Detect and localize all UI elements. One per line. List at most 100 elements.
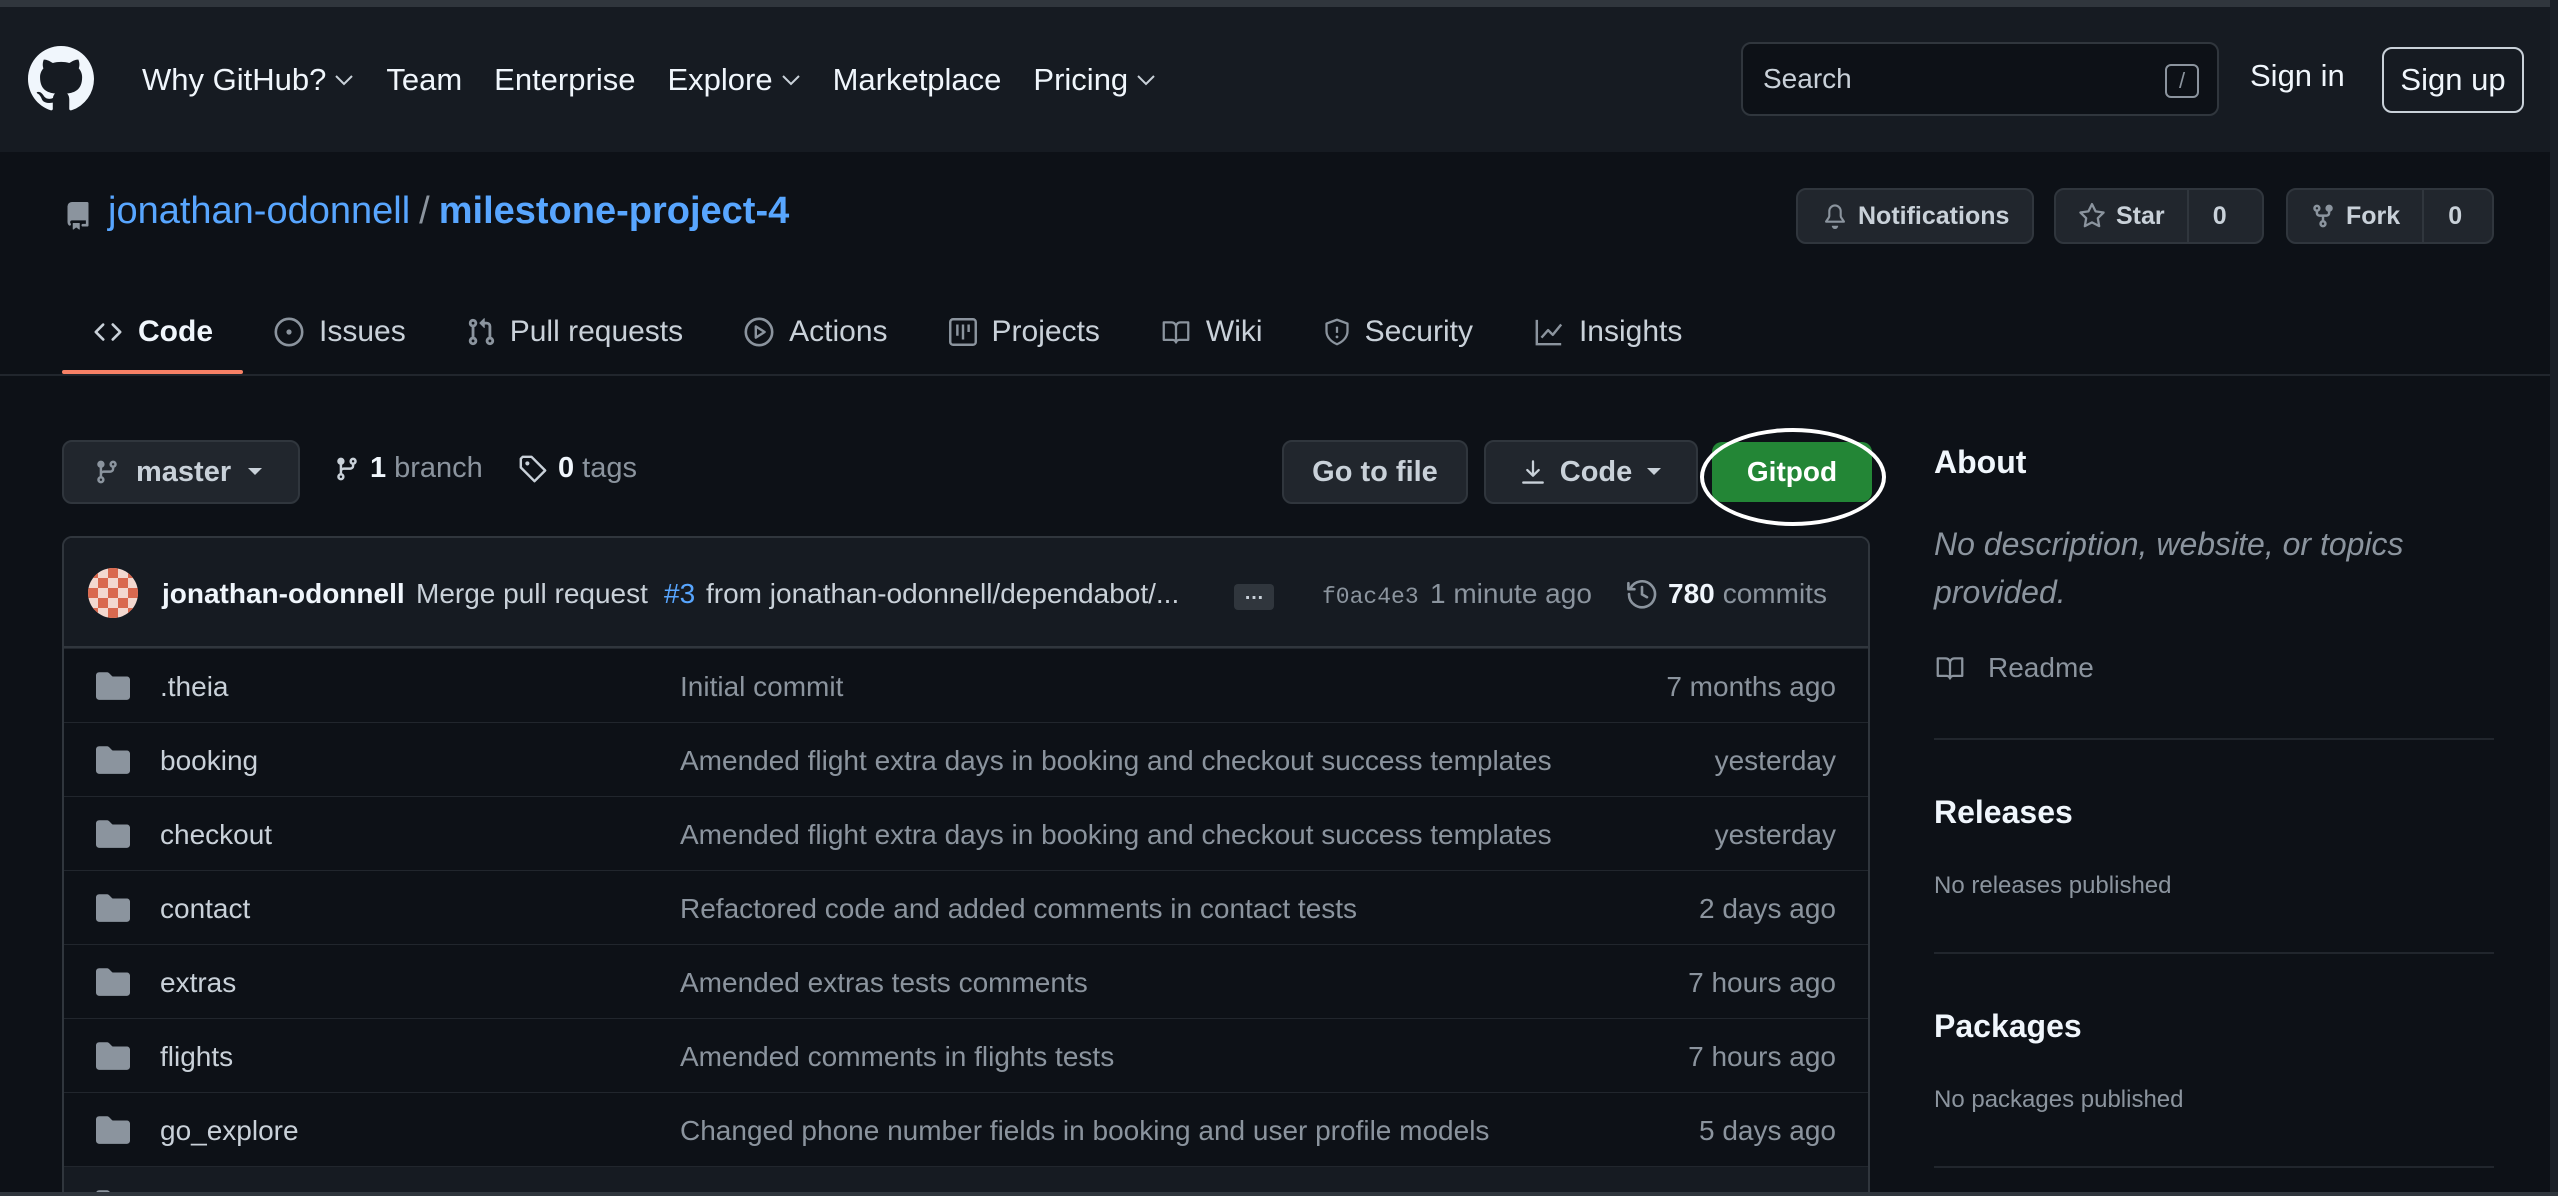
nav-explore-label: Explore [667,62,773,97]
tab-insights[interactable]: Insights [1503,290,1712,374]
about-description: No description, website, or topics provi… [1934,526,2404,610]
file-commit-message-link[interactable]: Changed phone number fields in booking a… [680,1115,1489,1147]
file-commit-message-link[interactable]: Refactored code and added comments in co… [680,893,1357,925]
tab-pull-requests[interactable]: Pull requests [436,290,713,374]
branches-count: 1 [370,452,387,484]
branch-name: master [136,455,232,488]
go-to-file-button[interactable]: Go to file [1282,440,1468,504]
commit-message-link[interactable]: from jonathan-odonnell/dependabot/... [706,578,1179,610]
sign-in-link[interactable]: Sign in [2250,58,2345,94]
file-commit-time: 7 months ago [1666,671,1836,702]
search-box[interactable]: / [1741,42,2219,116]
github-logo-icon[interactable] [28,46,94,112]
file-row[interactable]: .theia Initial commit 7 months ago [64,648,1868,722]
nav-team[interactable]: Team [386,62,462,98]
file-name-link[interactable]: checkout [160,819,272,851]
repo-owner-link[interactable]: jonathan-odonnell [108,190,410,233]
file-row[interactable]: go_explore Changed phone number fields i… [64,1092,1868,1166]
file-name-link[interactable]: extras [160,967,236,999]
star-icon [2079,202,2105,228]
nav-pricing[interactable]: Pricing [1033,62,1156,98]
tab-wiki[interactable]: Wiki [1130,290,1293,374]
file-name-link[interactable]: go_explore [160,1115,299,1147]
issue-icon [274,317,304,347]
global-header: Why GitHub? Team Enterprise Explore Mark… [0,0,2558,152]
latest-commit-bar: jonathan-odonnell Merge pull request #3 … [64,538,1868,648]
code-dropdown-button[interactable]: Code [1484,440,1698,504]
branches-label: branch [394,452,483,484]
commit-time: 1 minute ago [1430,578,1592,609]
file-commit-time: yesterday [1714,745,1836,776]
packages-empty-text: No packages published [1934,1086,2184,1113]
nav-explore[interactable]: Explore [667,62,800,98]
folder-icon [96,746,130,774]
file-row[interactable]: extras Amended extras tests comments 7 h… [64,944,1868,1018]
tab-code[interactable]: Code [62,290,243,374]
commit-expand-button[interactable]: … [1234,582,1274,610]
nav-why-github-label: Why GitHub? [142,62,327,97]
search-input[interactable] [1763,44,2143,114]
file-name-link[interactable]: .theia [160,671,229,703]
packages-heading[interactable]: Packages [1934,1008,2082,1045]
chevron-down-icon [1137,75,1155,86]
download-icon [1521,460,1544,484]
file-name-link[interactable]: booking [160,745,258,777]
pull-request-icon [468,318,494,346]
readme-link[interactable]: Readme [1934,652,2094,684]
tab-security[interactable]: Security [1293,290,1503,374]
file-commit-message-link[interactable]: Initial commit [680,671,843,703]
commit-message-link[interactable]: Merge pull request [416,578,648,610]
file-row[interactable]: contact Refactored code and added commen… [64,870,1868,944]
file-commit-message-link[interactable]: Amended extras tests comments [680,967,1088,999]
nav-marketplace[interactable]: Marketplace [833,62,1002,98]
window-edge [0,0,2558,7]
file-name-link[interactable]: contact [160,893,250,925]
tab-projects[interactable]: Projects [918,290,1130,374]
history-icon [1627,579,1657,609]
file-commit-message-link[interactable]: Amended flight extra days in booking and… [680,819,1552,851]
search-shortcut-key: / [2165,64,2199,98]
tab-issues[interactable]: Issues [243,290,436,374]
file-row[interactable]: booking Amended flight extra days in boo… [64,722,1868,796]
chevron-down-icon [781,75,800,86]
sidebar-divider [1934,738,2494,740]
sidebar-divider [1934,952,2494,954]
avatar[interactable] [88,568,138,618]
star-button[interactable]: Star 0 [2054,188,2264,244]
global-nav: Why GitHub? Team Enterprise Explore Mark… [142,56,1188,104]
repo-name-link[interactable]: milestone-project-4 [439,190,790,233]
commit-pr-link[interactable]: #3 [664,578,695,610]
nav-why-github[interactable]: Why GitHub? [142,62,354,98]
caret-down-icon [1647,468,1662,475]
folder-icon [96,672,130,700]
file-name-link[interactable]: flights [160,1041,233,1073]
notifications-button[interactable]: Notifications [1796,188,2034,244]
sign-up-button[interactable]: Sign up [2382,47,2524,113]
project-icon [948,318,977,346]
book-icon [1162,321,1190,344]
nav-enterprise[interactable]: Enterprise [494,62,635,98]
commits-history-link[interactable]: 780 commits [1626,578,1827,610]
file-row[interactable]: checkout Amended flight extra days in bo… [64,796,1868,870]
tab-actions[interactable]: Actions [713,290,917,374]
branches-link[interactable]: 1 branch [334,452,483,485]
file-commit-message-link[interactable]: Amended flight extra days in booking and… [680,745,1552,777]
folder-icon [96,968,130,996]
file-commit-message-link[interactable]: Amended comments in flights tests [680,1041,1114,1073]
star-count: 0 [2186,190,2251,242]
file-row[interactable]: flights Amended comments in flights test… [64,1018,1868,1092]
nav-enterprise-label: Enterprise [494,62,636,97]
gitpod-button[interactable]: Gitpod [1712,442,1872,502]
fork-button[interactable]: Fork 0 [2286,188,2494,244]
graph-icon [1535,319,1563,346]
tags-link[interactable]: 0 tags [518,452,637,485]
repo-title-separator: / [419,190,430,232]
releases-heading[interactable]: Releases [1934,794,2073,831]
commit-sha-link[interactable]: f0ac4e3 [1322,584,1419,610]
releases-empty-text: No releases published [1934,872,2172,899]
commit-author-link[interactable]: jonathan-odonnell [162,578,405,610]
branch-select-button[interactable]: master [62,440,300,504]
tab-projects-label: Projects [991,315,1100,348]
tags-label: tags [582,452,637,484]
tags-count: 0 [558,452,575,484]
